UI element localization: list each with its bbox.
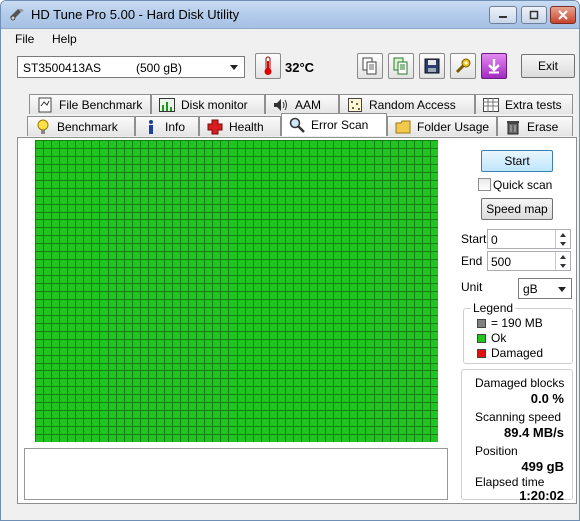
- tab-strip: File Benchmark Disk monitor AAM Random A…: [1, 94, 579, 138]
- extra-tests-icon: [483, 97, 499, 113]
- spin-down-icon[interactable]: [555, 261, 570, 270]
- download-button[interactable]: [481, 53, 507, 79]
- random-access-icon: [347, 97, 363, 113]
- magnifier-icon: [289, 117, 305, 133]
- spin-up-icon[interactable]: [555, 252, 570, 261]
- disk-monitor-icon: [159, 97, 175, 113]
- position-label: Position: [475, 444, 518, 458]
- tab-file-benchmark[interactable]: File Benchmark: [29, 94, 151, 114]
- elapsed-time-label: Elapsed time: [475, 475, 545, 489]
- chevron-down-icon: [230, 65, 238, 70]
- damaged-blocks-label: Damaged blocks: [475, 376, 565, 390]
- trash-icon: [505, 119, 521, 135]
- drive-capacity: (500 gB): [136, 61, 183, 75]
- menu-file[interactable]: File: [15, 32, 34, 46]
- tab-info[interactable]: Info: [135, 116, 199, 136]
- legend-block-size: = 190 MB: [491, 316, 543, 330]
- elapsed-time-value: 1:20:02: [519, 488, 564, 503]
- legend-title: Legend: [471, 301, 516, 315]
- legend-damaged: Damaged: [491, 346, 544, 360]
- exit-button[interactable]: Exit: [521, 54, 575, 78]
- copy-all-button[interactable]: [388, 53, 414, 79]
- download-icon: [488, 59, 500, 74]
- folder-icon: [395, 119, 411, 135]
- tab-folder-usage[interactable]: Folder Usage: [387, 116, 497, 136]
- block-map-grid: [35, 140, 438, 442]
- speaker-icon: [273, 97, 289, 113]
- unit-value: gB: [523, 282, 538, 296]
- tab-benchmark[interactable]: Benchmark: [27, 116, 135, 136]
- save-button[interactable]: [419, 53, 445, 79]
- start-value: 0: [491, 233, 498, 247]
- tab-disk-monitor[interactable]: Disk monitor: [151, 94, 265, 114]
- unit-label: Unit: [461, 280, 483, 294]
- close-icon: [558, 10, 568, 20]
- damaged-blocks-value: 0.0 %: [530, 391, 564, 406]
- drive-model: ST3500413AS: [23, 61, 102, 75]
- health-cross-icon: [207, 119, 223, 135]
- lightbulb-icon: [35, 119, 51, 135]
- hd-tune-app-icon: [9, 8, 25, 22]
- tab-aam[interactable]: AAM: [265, 94, 339, 114]
- damaged-swatch: [477, 349, 486, 358]
- menu-bar: File Help: [1, 29, 579, 49]
- end-spinbox[interactable]: 500: [487, 251, 571, 271]
- chevron-down-icon: [558, 287, 566, 292]
- temperature-readout: 32°C: [285, 60, 315, 75]
- ok-swatch: [477, 334, 486, 343]
- start-button[interactable]: Start: [481, 150, 553, 172]
- scan-stats: Damaged blocks 0.0 % Scanning speed 89.4…: [461, 369, 573, 503]
- block-size-swatch: [477, 319, 486, 328]
- copy-all-icon: [393, 57, 408, 75]
- spin-down-icon[interactable]: [555, 239, 570, 248]
- position-value: 499 gB: [521, 459, 564, 474]
- tab-extra-tests[interactable]: Extra tests: [475, 94, 573, 114]
- block-map: [35, 140, 438, 442]
- error-scan-panel: Start Quick scan Speed map Start 0 End 5…: [17, 137, 577, 504]
- end-field-label: End: [461, 254, 483, 268]
- scan-log: [24, 448, 448, 500]
- toolbar: ST3500413AS (500 gB) 32°C Exit: [1, 49, 579, 89]
- quick-scan-label: Quick scan: [493, 178, 553, 192]
- temperature-button[interactable]: [255, 53, 281, 79]
- minimize-button[interactable]: [489, 6, 517, 24]
- maximize-button[interactable]: [521, 6, 547, 24]
- spin-up-icon[interactable]: [555, 230, 570, 239]
- copy-text-button[interactable]: [357, 53, 383, 79]
- tab-error-scan[interactable]: Error Scan: [281, 113, 387, 136]
- quick-scan-checkbox[interactable]: [478, 178, 491, 191]
- speed-map-button[interactable]: Speed map: [481, 198, 553, 220]
- save-icon: [424, 58, 440, 74]
- end-value: 500: [491, 255, 512, 269]
- menu-help[interactable]: Help: [52, 32, 77, 46]
- app-window: HD Tune Pro 5.00 - Hard Disk Utility Fil…: [0, 0, 580, 521]
- options-icon: [455, 58, 471, 74]
- scanning-speed-value: 89.4 MB/s: [504, 425, 564, 440]
- tab-health[interactable]: Health: [199, 116, 281, 136]
- scanning-speed-label: Scanning speed: [475, 410, 562, 424]
- title-bar[interactable]: HD Tune Pro 5.00 - Hard Disk Utility: [1, 1, 579, 29]
- start-field-label: Start: [461, 232, 487, 246]
- window-title: HD Tune Pro 5.00 - Hard Disk Utility: [31, 7, 240, 22]
- thermometer-icon: [264, 56, 272, 75]
- tab-erase[interactable]: Erase: [497, 116, 573, 136]
- drive-select[interactable]: ST3500413AS (500 gB): [17, 56, 245, 78]
- legend-box: Legend = 190 MB Ok Damaged: [463, 301, 573, 364]
- copy-icon: [362, 57, 377, 75]
- info-icon: [143, 119, 159, 135]
- unit-select[interactable]: gB: [518, 278, 572, 299]
- legend-ok: Ok: [491, 331, 507, 345]
- tab-random-access[interactable]: Random Access: [339, 94, 475, 114]
- close-button[interactable]: [550, 6, 576, 24]
- start-spinbox[interactable]: 0: [487, 229, 571, 249]
- file-benchmark-icon: [37, 97, 53, 113]
- options-button[interactable]: [450, 53, 476, 79]
